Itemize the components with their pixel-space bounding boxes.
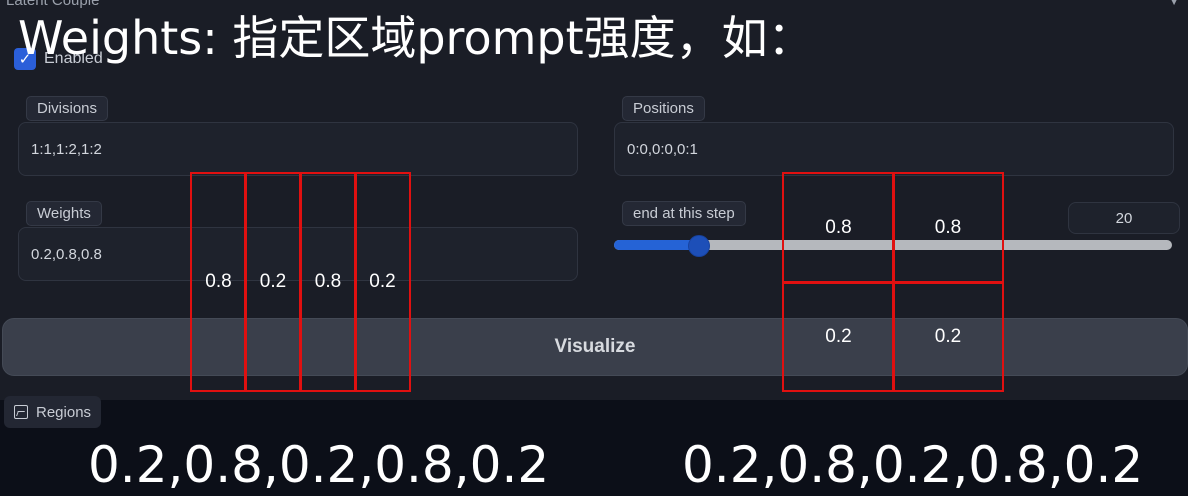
bottom-right-weights: 0.2,0.8,0.2,0.8,0.2 [682, 436, 1144, 494]
positions-input[interactable]: 0:0,0:0,0:1 [614, 122, 1174, 176]
left-overlay-cell: 0.2 [354, 172, 411, 392]
positions-label: Positions [622, 96, 705, 121]
right-overlay-cell: 0.8 [782, 172, 895, 284]
left-overlay-cell: 0.2 [244, 172, 302, 392]
end-step-label: end at this step [622, 201, 746, 226]
end-step-number-input[interactable]: 20 [1068, 202, 1180, 234]
visualize-button[interactable]: Visualize [2, 318, 1188, 376]
end-step-slider-thumb[interactable] [687, 235, 710, 257]
right-overlay-cell: 0.2 [892, 281, 1004, 392]
triangle-down-icon[interactable]: ▼ [1168, 0, 1180, 8]
regions-tab[interactable]: Regions [4, 396, 102, 428]
left-overlay-cell: 0.8 [299, 172, 357, 392]
weights-label: Weights [26, 201, 102, 226]
divisions-label: Divisions [26, 96, 109, 121]
divisions-input[interactable]: 1:1,1:2,1:2 [18, 122, 578, 176]
image-icon [14, 405, 28, 419]
end-step-slider-fill [614, 240, 698, 250]
regions-tab-label: Regions [36, 403, 92, 421]
right-overlay-cell: 0.8 [892, 172, 1004, 284]
caption-title: Weights: 指定区域prompt强度，如： [18, 11, 814, 65]
left-overlay-cell: 0.8 [190, 172, 247, 392]
right-overlay-cell: 0.2 [782, 281, 895, 392]
bottom-left-weights: 0.2,0.8,0.2,0.8,0.2 [88, 436, 550, 494]
